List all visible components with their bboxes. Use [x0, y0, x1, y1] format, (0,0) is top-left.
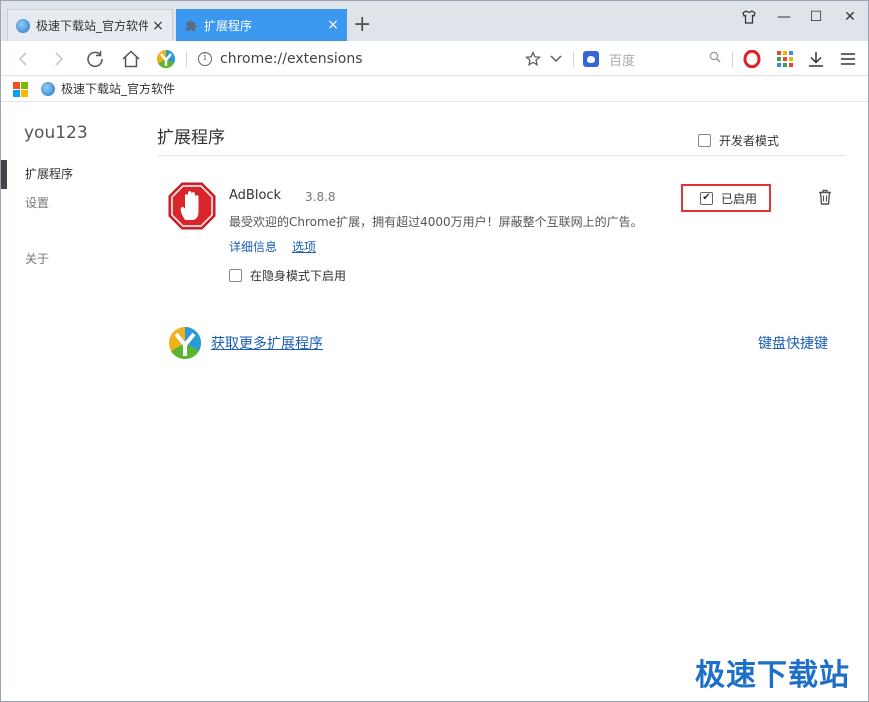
arrow-left-icon [18, 52, 27, 66]
search-input[interactable]: 百度 [609, 50, 709, 69]
tab-close-icon[interactable]: × [323, 17, 343, 33]
navigation-toolbar: i chrome://extensions 百度 [1, 41, 868, 76]
forward-button[interactable] [47, 47, 71, 71]
maximize-button[interactable]: ☐ [799, 9, 833, 33]
incognito-label: 在隐身模式下启用 [250, 269, 347, 283]
download-icon [809, 52, 823, 67]
arrow-right-icon [55, 52, 64, 66]
extensions-page: you123 扩展程序 设置 关于 扩展程序 开发者模式 AdBlock 3.8… [1, 102, 868, 701]
developer-mode-checkbox[interactable] [698, 134, 711, 147]
developer-mode-toggle[interactable]: 开发者模式 [698, 132, 779, 149]
bookmark-star-button[interactable] [521, 47, 545, 71]
reload-button[interactable] [83, 47, 107, 71]
trash-icon [819, 189, 831, 205]
title-divider [157, 155, 845, 156]
tab-close-icon[interactable]: × [148, 18, 168, 34]
url-text[interactable]: chrome://extensions [220, 51, 363, 67]
options-link[interactable]: 选项 [292, 238, 316, 255]
incognito-checkbox[interactable] [229, 269, 242, 282]
toolbar-divider [186, 51, 187, 67]
adblock-icon [168, 182, 216, 230]
site-watermark: 极速下载站 [695, 658, 850, 693]
apps-button[interactable] [773, 47, 797, 71]
extension-version: 3.8.8 [305, 190, 336, 204]
get-more-extensions-link[interactable]: 获取更多扩展程序 [211, 333, 323, 353]
refresh-icon [87, 51, 103, 68]
search-icon[interactable] [709, 51, 721, 67]
site-favicon-icon [16, 18, 30, 33]
hamburger-menu-icon [841, 53, 855, 65]
toolbar-divider [573, 51, 574, 67]
tab-extensions[interactable]: 扩展程序 × [176, 9, 347, 41]
bookmarks-bar: 极速下载站_官方软件 [1, 76, 868, 102]
address-dropdown-button[interactable] [544, 47, 568, 71]
new-tab-button[interactable]: + [353, 14, 371, 36]
profile-name: you123 [24, 123, 88, 143]
address-bar[interactable]: i chrome://extensions [188, 47, 573, 71]
web-store-logo-icon [168, 326, 202, 360]
enabled-checkbox[interactable]: ✔ [700, 191, 713, 205]
windows-logo-icon[interactable] [13, 81, 28, 97]
downloads-button[interactable] [804, 47, 828, 71]
sidebar-item-about[interactable]: 关于 [1, 245, 141, 274]
skin-button[interactable] [732, 9, 766, 33]
minimize-button[interactable]: — [767, 9, 801, 33]
tab-label: 极速下载站_官方软件下载 [36, 19, 148, 33]
menu-button[interactable] [836, 47, 860, 71]
search-box[interactable]: 百度 [579, 47, 729, 71]
browser-logo-button[interactable] [154, 47, 178, 71]
sidebar-item-settings[interactable]: 设置 [1, 189, 141, 218]
tab-label: 扩展程序 [204, 18, 253, 33]
developer-mode-label: 开发者模式 [719, 134, 780, 148]
enabled-label: 已启用 [721, 191, 758, 206]
home-button[interactable] [119, 47, 143, 71]
tab-strip: 极速下载站_官方软件下载 × 扩展程序 × + — ☐ ✕ [1, 1, 868, 41]
opera-icon [743, 50, 761, 68]
star-icon [525, 51, 541, 67]
site-favicon-icon [41, 81, 55, 96]
bookmark-label: 极速下载站_官方软件 [61, 82, 176, 96]
info-icon[interactable]: i [198, 52, 212, 66]
puzzle-icon [184, 18, 198, 32]
extension-description: 最受欢迎的Chrome扩展，拥有超过4000万用户！屏蔽整个互联网上的广告。 [229, 215, 643, 229]
sidebar-nav: 扩展程序 设置 关于 [1, 160, 141, 274]
shirt-icon [742, 10, 756, 24]
page-title: 扩展程序 [157, 128, 225, 148]
baidu-paw-icon [583, 51, 599, 67]
details-link[interactable]: 详细信息 [229, 238, 277, 255]
close-window-button[interactable]: ✕ [833, 9, 867, 33]
keyboard-shortcuts-link[interactable]: 键盘快捷键 [758, 333, 828, 353]
opera-extension-button[interactable] [740, 47, 764, 71]
tab-jisu-download[interactable]: 极速下载站_官方软件下载 × [7, 9, 173, 41]
browser-window: 极速下载站_官方软件下载 × 扩展程序 × + — ☐ ✕ [0, 0, 869, 702]
chevron-down-icon [550, 55, 562, 62]
remove-extension-button[interactable] [816, 188, 834, 206]
home-icon [122, 50, 140, 68]
extension-name: AdBlock [229, 188, 282, 203]
sidebar-item-extensions[interactable]: 扩展程序 [1, 160, 141, 189]
toolbar-divider [732, 51, 733, 67]
incognito-toggle[interactable]: 在隐身模式下启用 [229, 267, 346, 284]
apps-grid-icon [777, 51, 793, 67]
bookmark-item[interactable]: 极速下载站_官方软件 [41, 80, 175, 97]
back-button[interactable] [11, 47, 35, 71]
browser-logo-icon [157, 50, 176, 69]
enabled-toggle[interactable]: ✔ 已启用 [681, 184, 771, 212]
